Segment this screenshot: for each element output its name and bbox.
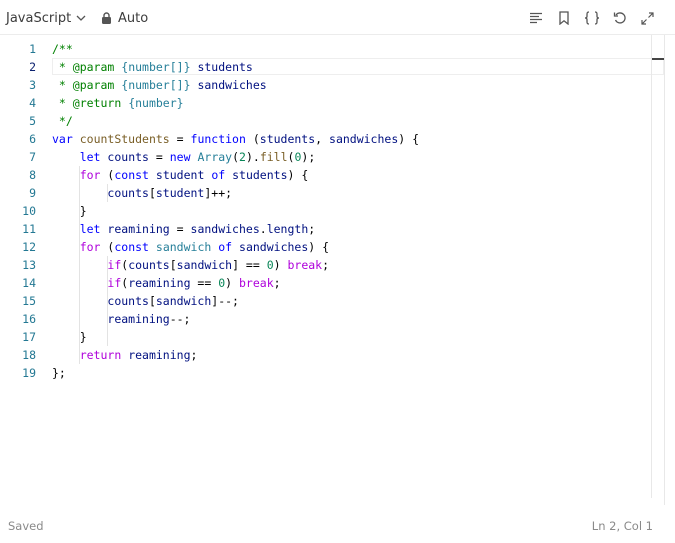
code-line[interactable]: 7 let counts = new Array(2).fill(0); <box>0 148 664 166</box>
expand-icon[interactable] <box>638 9 657 27</box>
code-text: for (const student of students) { <box>79 168 309 182</box>
code-line[interactable]: 2 * @param {number[]} students <box>0 58 664 76</box>
code-line[interactable]: 14 if(reamining == 0) break; <box>0 274 664 292</box>
format-icon[interactable] <box>526 9 545 27</box>
line-number: 19 <box>22 366 36 380</box>
code-area[interactable]: 1/** 2 * @param {number[]} students 3 * @p… <box>0 40 664 497</box>
line-number: 12 <box>22 240 36 254</box>
code-line[interactable]: 19}; <box>0 364 664 382</box>
code-text: if(reamining == 0) break; <box>107 276 281 290</box>
line-number: 9 <box>29 186 36 200</box>
line-number: 3 <box>29 78 36 92</box>
code-text: counts[sandwich]--; <box>107 294 239 308</box>
line-number: 17 <box>22 330 36 344</box>
save-status: Saved <box>8 519 44 533</box>
line-number: 14 <box>22 276 36 290</box>
line-number: 16 <box>22 312 36 326</box>
code-line[interactable]: 16 reamining--; <box>0 310 664 328</box>
language-label: JavaScript <box>6 10 72 26</box>
language-selector[interactable]: JavaScript <box>6 10 87 26</box>
line-number: 8 <box>29 168 36 182</box>
code-text: let counts = new Array(2).fill(0); <box>79 150 316 164</box>
code-line[interactable]: 15 counts[sandwich]--; <box>0 292 664 310</box>
code-line[interactable]: 8 for (const student of students) { <box>0 166 664 184</box>
code-text: */ <box>52 114 73 128</box>
code-line[interactable]: 3 * @param {number[]} sandwiches <box>0 76 664 94</box>
code-text: let reamining = sandwiches.length; <box>79 222 316 236</box>
code-text: }; <box>52 366 66 380</box>
vertical-scrollbar[interactable] <box>651 35 664 498</box>
line-number: 18 <box>22 348 36 362</box>
code-text: /** <box>52 42 73 56</box>
indent-guide <box>79 166 80 364</box>
editor-right-border <box>664 35 665 505</box>
braces-icon[interactable] <box>582 9 601 27</box>
code-text: return reamining; <box>79 348 198 362</box>
code-text: if(counts[sandwich] == 0) break; <box>107 258 330 272</box>
code-line[interactable]: 5 */ <box>0 112 664 130</box>
cursor-position[interactable]: Ln 2, Col 1 <box>592 519 653 533</box>
line-number: 11 <box>22 222 36 236</box>
line-number: 1 <box>29 42 36 56</box>
editor-toolbar: JavaScript Auto <box>0 0 675 35</box>
code-text: reamining--; <box>107 312 191 326</box>
auto-mode-label: Auto <box>118 10 149 26</box>
toolbar-actions <box>526 9 657 27</box>
auto-mode[interactable]: Auto <box>101 10 148 26</box>
code-line[interactable]: 9 counts[student]++; <box>0 184 664 202</box>
line-number: 15 <box>22 294 36 308</box>
line-number: 5 <box>29 114 36 128</box>
status-bar: Saved Ln 2, Col 1 <box>0 505 675 543</box>
code-line[interactable]: 11 let reamining = sandwiches.length; <box>0 220 664 238</box>
line-number: 13 <box>22 258 36 272</box>
code-line[interactable]: 18 return reamining; <box>0 346 664 364</box>
code-line[interactable]: 12 for (const sandwich of sandwiches) { <box>0 238 664 256</box>
code-text: * @return {number} <box>52 96 184 110</box>
code-line[interactable]: 4 * @return {number} <box>0 94 664 112</box>
code-line[interactable]: 6 var countStudents = function (students,… <box>0 130 664 148</box>
line-number: 2 <box>29 60 36 74</box>
code-line[interactable]: 13 if(counts[sandwich] == 0) break; <box>0 256 664 274</box>
code-text: * @param {number[]} sandwiches <box>52 78 267 92</box>
indent-guide <box>107 256 108 346</box>
code-text: } <box>52 204 87 218</box>
code-text: * @param {number[]} students <box>52 60 253 74</box>
code-line[interactable]: 10 } <box>0 202 664 220</box>
line-number: 6 <box>29 132 36 146</box>
code-editor-panel: JavaScript Auto 1/** 2 * @param {number[… <box>0 0 675 543</box>
indent-guide <box>107 184 108 202</box>
line-number: 7 <box>29 150 36 164</box>
line-number: 4 <box>29 96 36 110</box>
lock-icon <box>102 12 111 24</box>
code-text: } <box>52 330 87 344</box>
code-line[interactable]: 1 /** <box>0 40 664 58</box>
line-number: 10 <box>22 204 36 218</box>
chevron-down-icon <box>76 15 86 21</box>
code-line[interactable]: 17 } <box>0 328 664 346</box>
bookmark-icon[interactable] <box>554 9 573 27</box>
code-text: for (const sandwich of sandwiches) { <box>79 240 330 254</box>
code-text: var countStudents = function (students, … <box>52 132 420 146</box>
reset-icon[interactable] <box>610 9 629 27</box>
